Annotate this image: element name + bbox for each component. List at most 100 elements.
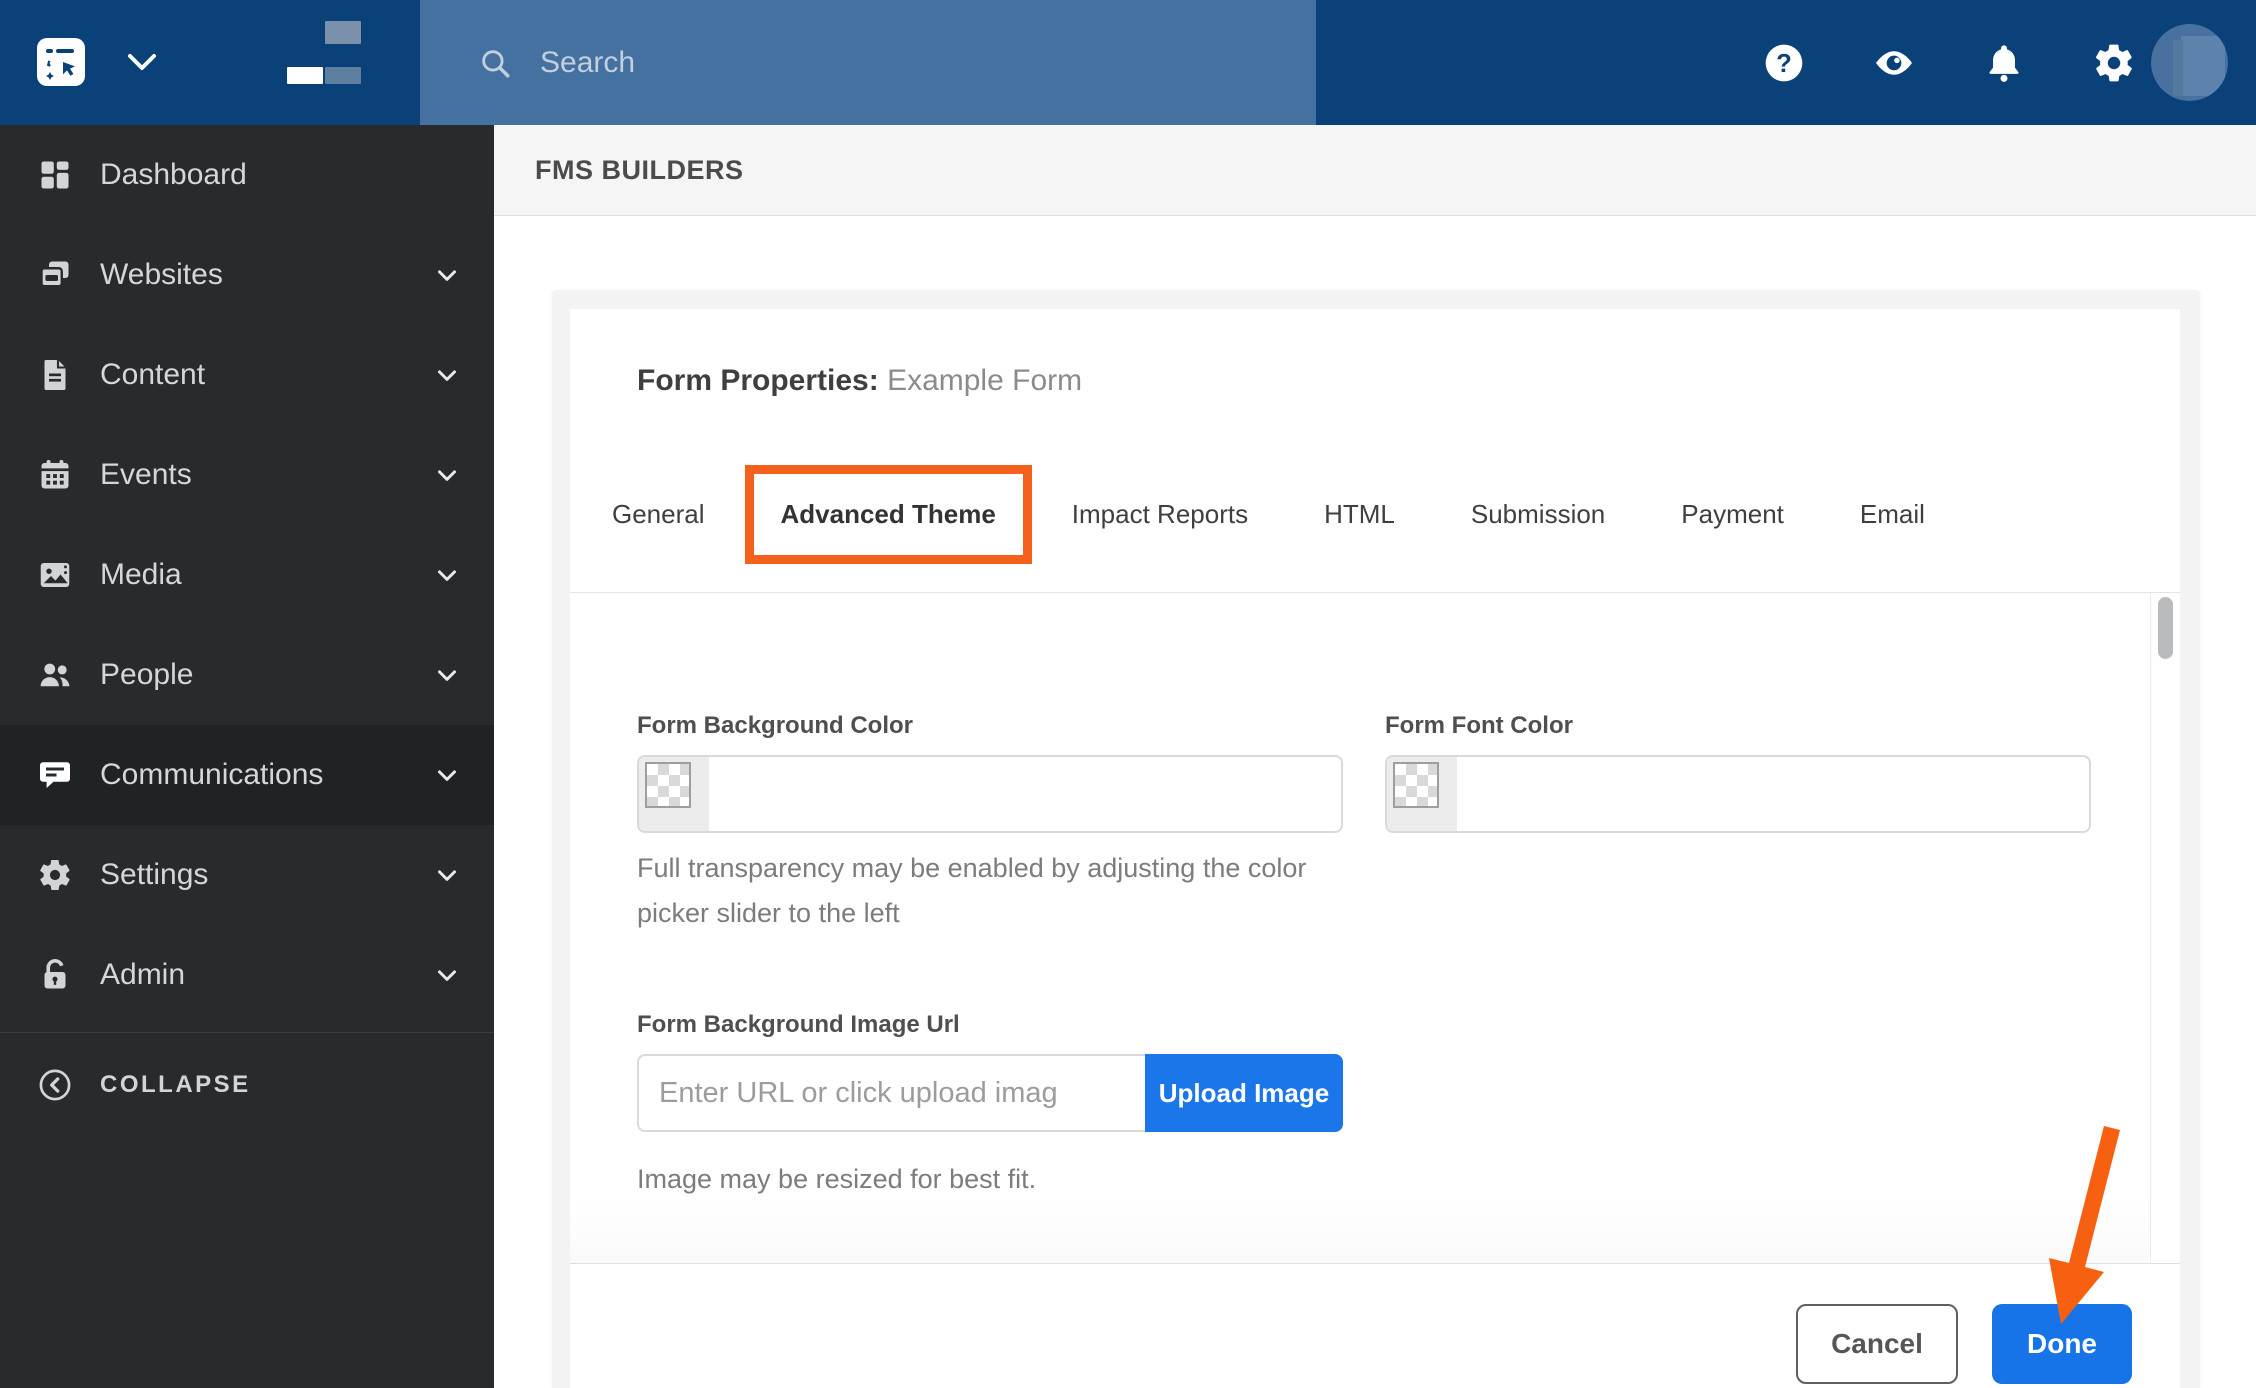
sidebar-item-content[interactable]: Content	[0, 325, 494, 425]
color-picker-addon	[1387, 757, 1457, 831]
chevron-down-icon	[432, 660, 462, 690]
form-background-color-input[interactable]	[637, 755, 1343, 833]
done-button[interactable]: Done	[1992, 1304, 2132, 1384]
sidebar-item-admin[interactable]: Admin	[0, 925, 494, 1025]
chevron-down-icon	[432, 460, 462, 490]
app-window: ? Dashboard Websites Content Events Media Peo…	[0, 0, 2256, 1388]
sidebar-collapse-button[interactable]: COLLAPSE	[0, 1032, 494, 1136]
tab-html[interactable]: HTML	[1324, 499, 1395, 530]
transparency-swatch[interactable]	[645, 762, 691, 808]
unlock-icon	[37, 957, 73, 993]
form-background-color-label: Form Background Color	[637, 712, 914, 739]
cancel-button[interactable]: Cancel	[1796, 1304, 1958, 1384]
form-background-image-url-label: Form Background Image Url	[637, 1011, 960, 1038]
modal-tab-bar: General Advanced Theme Impact Reports HTML S…	[612, 464, 1925, 564]
tab-email[interactable]: Email	[1860, 499, 1925, 530]
upload-image-button[interactable]: Upload Image	[1145, 1054, 1343, 1132]
form-builder-cursor-icon	[46, 49, 75, 80]
browser-icon	[37, 257, 73, 293]
form-font-color-input[interactable]	[1385, 755, 2091, 833]
page-title: FMS BUILDERS	[535, 154, 744, 185]
svg-text:?: ?	[1776, 49, 1792, 77]
tab-label: Email	[1859, 498, 1925, 529]
global-search-bar[interactable]	[420, 0, 1316, 125]
chat-icon	[37, 757, 73, 793]
chevron-down-icon	[432, 860, 462, 890]
top-navigation-bar: ?	[0, 0, 2256, 125]
grid-icon	[37, 157, 73, 193]
tab-label: Payment	[1681, 498, 1784, 529]
tab-label: Advanced Theme	[780, 498, 996, 529]
tab-advanced-theme[interactable]: Advanced Theme	[744, 464, 1032, 564]
chevron-down-icon	[432, 760, 462, 790]
sidebar-item-label: Communications	[100, 758, 324, 791]
avatar[interactable]	[2151, 24, 2228, 101]
help-icon[interactable]: ?	[1762, 41, 1806, 85]
image-url-input[interactable]	[637, 1054, 1145, 1132]
sidebar-item-media[interactable]: Media	[0, 525, 494, 625]
tab-label: HTML	[1324, 498, 1395, 529]
tab-submission[interactable]: Submission	[1471, 499, 1605, 530]
gear-icon[interactable]	[2092, 41, 2136, 85]
form-properties-modal: Form Properties: Example Form General Adv…	[552, 290, 2200, 1388]
sidebar-item-settings[interactable]: Settings	[0, 825, 494, 925]
sidebar-navigation: Dashboard Websites Content Events Media Peopl…	[0, 125, 494, 1388]
app-logo-icon[interactable]	[37, 38, 85, 86]
sidebar-item-dashboard[interactable]: Dashboard	[0, 125, 494, 225]
tab-divider	[570, 592, 2180, 593]
scroll-track-divider	[2150, 593, 2151, 1263]
color-picker-addon	[639, 757, 709, 831]
tab-general[interactable]: General	[612, 499, 705, 530]
sidebar-item-label: Admin	[100, 958, 186, 991]
sidebar-item-label: People	[100, 658, 194, 691]
sidebar-item-label: Media	[100, 558, 182, 591]
sidebar-item-events[interactable]: Events	[0, 425, 494, 525]
search-input[interactable]	[540, 45, 1240, 80]
chevron-down-icon	[432, 960, 462, 990]
transparency-swatch[interactable]	[1393, 762, 1439, 808]
file-icon	[37, 357, 73, 393]
modal-title-prefix: Form Properties:	[637, 364, 879, 397]
people-icon	[37, 657, 73, 693]
gear-icon	[37, 857, 73, 893]
sidebar-item-communications[interactable]: Communications	[0, 725, 494, 825]
eye-icon[interactable]	[1872, 41, 1916, 85]
sidebar-item-label: Events	[100, 458, 192, 491]
sidebar-item-label: Settings	[100, 858, 209, 891]
scroll-fade-overlay	[570, 1197, 2149, 1263]
transparency-helper-text: Full transparency may be enabled by adju…	[637, 853, 1307, 928]
tab-label: General	[612, 498, 705, 529]
modal-title-form-name: Example Form	[887, 364, 1083, 397]
sidebar-item-people[interactable]: People	[0, 625, 494, 725]
sidebar-item-list: Dashboard Websites Content Events Media Peopl…	[0, 125, 494, 1025]
brand-logo-block	[287, 67, 323, 84]
tab-label: Submission	[1470, 498, 1606, 529]
brand-logo-block	[325, 21, 361, 44]
chevron-down-icon	[432, 560, 462, 590]
search-icon	[482, 49, 510, 77]
modal-title: Form Properties: Example Form	[637, 364, 1082, 398]
modal-footer: Cancel Done	[570, 1263, 2180, 1388]
tab-label: Impact Reports	[1071, 498, 1249, 529]
calendar-icon	[37, 457, 73, 493]
form-font-color-label: Form Font Color	[1385, 712, 1573, 739]
chevron-down-icon	[432, 360, 462, 390]
sidebar-item-label: Dashboard	[100, 158, 247, 191]
form-properties-card: Form Properties: Example Form General Adv…	[570, 309, 2180, 1388]
chevron-down-icon	[432, 260, 462, 290]
sidebar-item-websites[interactable]: Websites	[0, 225, 494, 325]
brand-logo-block	[325, 67, 361, 84]
collapse-label: COLLAPSE	[100, 1070, 251, 1098]
org-switcher-chevron-icon[interactable]	[126, 49, 158, 75]
resize-helper-text: Image may be resized for best fit.	[637, 1164, 1037, 1194]
tab-payment[interactable]: Payment	[1681, 499, 1784, 530]
image-icon	[37, 557, 73, 593]
topbar-icon-group: ?	[1762, 0, 2136, 125]
tab-impact-reports[interactable]: Impact Reports	[1072, 499, 1248, 530]
modal-scrollbar-thumb[interactable]	[2158, 597, 2173, 659]
collapse-circle-chevron-icon	[37, 1067, 73, 1103]
sidebar-item-label: Websites	[100, 258, 223, 291]
sidebar-item-label: Content	[100, 358, 206, 391]
bell-icon[interactable]	[1982, 41, 2026, 85]
page-header: FMS BUILDERS	[494, 125, 2256, 216]
